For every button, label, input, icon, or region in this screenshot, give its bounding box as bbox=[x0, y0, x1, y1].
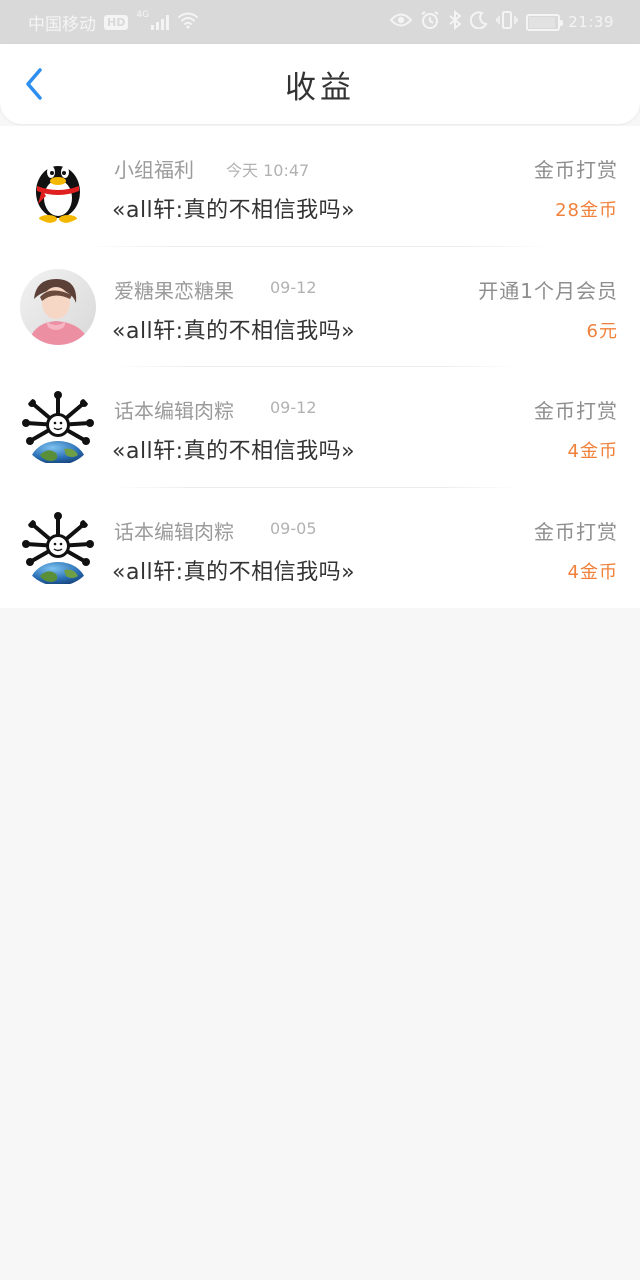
record-content: «all轩:真的不相信我吗» bbox=[112, 318, 356, 344]
record-type: 金币打赏 bbox=[534, 158, 618, 182]
clock-label: 21:39 bbox=[568, 13, 614, 31]
sender-name: 爱糖果恋糖果 bbox=[114, 278, 234, 303]
chevron-left-icon bbox=[26, 68, 42, 100]
record-amount: 6元 bbox=[586, 320, 618, 342]
record-date: 今天 10:47 bbox=[226, 161, 310, 180]
vibrate-icon bbox=[496, 10, 519, 34]
signal-icon bbox=[151, 14, 170, 30]
record-amount: 4金币 bbox=[567, 561, 618, 583]
network-label: 4G bbox=[136, 10, 150, 20]
eye-icon bbox=[389, 12, 413, 32]
globe-avatar bbox=[20, 389, 96, 465]
penguin-avatar bbox=[20, 148, 96, 224]
record-type: 金币打赏 bbox=[534, 519, 618, 544]
earnings-list: 小组福利 今天 10:47 «all轩:真的不相信我吗» 金币打赏 28金币 爱… bbox=[0, 126, 640, 608]
record-type: 金币打赏 bbox=[534, 399, 618, 423]
globe-avatar bbox=[20, 509, 96, 586]
moon-icon bbox=[470, 11, 488, 33]
list-item[interactable]: 话本编辑肉粽 09-05 «all轩:真的不相信我吗» 金币打赏 4金币 bbox=[0, 488, 640, 609]
hd-badge: HD bbox=[104, 14, 129, 30]
status-bar: 中国移动 HD 4G 21:39 bbox=[0, 0, 640, 44]
record-type: 开通1个月会员 bbox=[478, 278, 618, 303]
record-content: «all轩:真的不相信我吗» bbox=[112, 559, 356, 585]
sender-name: 话本编辑肉粽 bbox=[114, 399, 234, 423]
page-title: 收益 bbox=[285, 69, 355, 106]
list-item[interactable]: 话本编辑肉粽 09-12 «all轩:真的不相信我吗» 金币打赏 4金币 bbox=[0, 367, 640, 488]
carrier-label: 中国移动 bbox=[28, 14, 96, 35]
bluetooth-icon bbox=[448, 9, 462, 34]
record-amount: 4金币 bbox=[567, 441, 618, 462]
user-photo-avatar bbox=[20, 268, 96, 345]
sender-name: 话本编辑肉粽 bbox=[114, 519, 234, 544]
record-content: «all轩:真的不相信我吗» bbox=[112, 198, 356, 223]
sender-name: 小组福利 bbox=[114, 158, 194, 182]
battery-icon bbox=[526, 13, 564, 31]
list-item[interactable]: 小组福利 今天 10:47 «all轩:真的不相信我吗» 金币打赏 28金币 bbox=[0, 126, 640, 247]
back-button[interactable] bbox=[16, 66, 52, 102]
list-item[interactable]: 爱糖果恋糖果 09-12 «all轩:真的不相信我吗» 开通1个月会员 6元 bbox=[0, 247, 640, 367]
record-date: 09-12 bbox=[270, 277, 317, 297]
record-amount: 28金币 bbox=[555, 200, 618, 221]
wifi-icon bbox=[177, 11, 199, 34]
app-header: 收益 bbox=[0, 44, 640, 124]
record-date: 09-12 bbox=[270, 398, 317, 417]
alarm-icon bbox=[420, 10, 440, 34]
record-content: «all轩:真的不相信我吗» bbox=[112, 439, 356, 464]
record-date: 09-05 bbox=[270, 518, 317, 538]
